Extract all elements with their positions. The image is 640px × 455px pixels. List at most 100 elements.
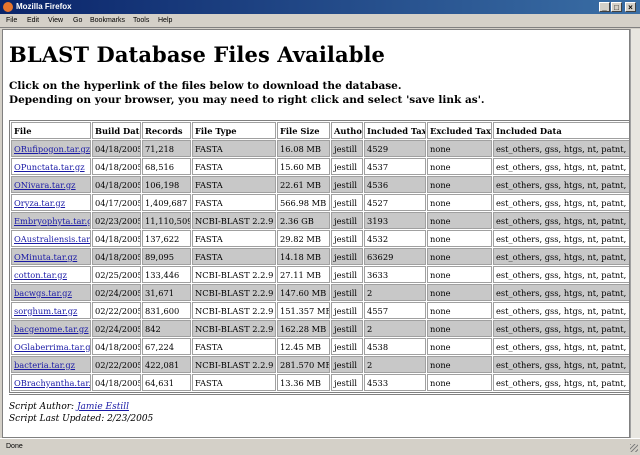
cell-build-date: 04/18/2005 <box>92 176 141 193</box>
cell-file-type: NCBI-BLAST 2.2.9 <box>192 356 276 373</box>
cell-file-type: FASTA <box>192 158 276 175</box>
col-file: File <box>11 122 91 139</box>
cell-included-data: est_others, gss, htgs, nt, patnt, sts <box>493 176 629 193</box>
cell-file-type: FASTA <box>192 248 276 265</box>
cell-file-size: 12.45 MB <box>277 338 330 355</box>
cell-author: jestill <box>331 140 363 157</box>
menu-edit[interactable]: Edit <box>27 14 39 28</box>
cell-file-size: 15.60 MB <box>277 158 330 175</box>
cell-records: 67,224 <box>142 338 191 355</box>
col-file-type: File Type <box>192 122 276 139</box>
intro-line-1: Click on the hyperlink of the files belo… <box>9 80 402 92</box>
cell-file-type: NCBI-BLAST 2.2.9 <box>192 266 276 283</box>
last-updated: Script Last Updated: 2/23/2005 <box>9 414 154 424</box>
cell-records: 31,671 <box>142 284 191 301</box>
menu-help[interactable]: Help <box>158 14 172 28</box>
cell-included-taxa: 3633 <box>364 266 426 283</box>
cell-file-type: NCBI-BLAST 2.2.9 <box>192 212 276 229</box>
cell-file-size: 22.61 MB <box>277 176 330 193</box>
cell-file: OBrachyantha.tar.gz <box>11 374 91 391</box>
cell-included-data: est_others, gss, htgs, nt, patnt, sts <box>493 158 629 175</box>
table-row: ORufipogon.tar.gz 04/18/2005 71,218 FASTA 16… <box>11 140 629 157</box>
cell-file-size: 147.60 MB <box>277 284 330 301</box>
resize-grip-icon[interactable] <box>630 444 638 452</box>
menu-file[interactable]: File <box>6 14 17 28</box>
cell-included-taxa: 4536 <box>364 176 426 193</box>
cell-author: jestill <box>331 338 363 355</box>
file-download-link[interactable]: ONivara.tar.gz <box>14 180 76 190</box>
cell-file-size: 566.98 MB <box>277 194 330 211</box>
file-download-link[interactable]: bacwgs.tar.gz <box>14 288 72 298</box>
minimize-button[interactable]: _ <box>599 2 610 12</box>
file-download-link[interactable]: Oryza.tar.gz <box>14 198 65 208</box>
close-button[interactable]: × <box>625 2 636 12</box>
file-download-link[interactable]: cotton.tar.gz <box>14 270 67 280</box>
cell-file-size: 162.28 MB <box>277 320 330 337</box>
file-download-link[interactable]: OGlaberrima.tar.gz <box>14 342 90 352</box>
cell-file: OPunctata.tar.gz <box>11 158 91 175</box>
cell-file-size: 2.36 GB <box>277 212 330 229</box>
cell-records: 422,081 <box>142 356 191 373</box>
file-download-link[interactable]: bacgenome.tar.gz <box>14 324 89 334</box>
file-download-link[interactable]: OMinuta.tar.gz <box>14 252 77 262</box>
table-row: Oryza.tar.gz 04/17/2005 1,409,687 FASTA 566.… <box>11 194 629 211</box>
cell-file-size: 151.357 MB <box>277 302 330 319</box>
cell-file-type: FASTA <box>192 176 276 193</box>
vertical-scrollbar[interactable] <box>630 29 640 438</box>
maximize-button[interactable]: □ <box>611 2 622 12</box>
col-file-size: File Size <box>277 122 330 139</box>
cell-included-taxa: 4538 <box>364 338 426 355</box>
cell-included-data: est_others, gss, htgs, nt, patnt, sts <box>493 374 629 391</box>
table-row: OPunctata.tar.gz 04/18/2005 68,516 FASTA 15.… <box>11 158 629 175</box>
cell-excluded-taxa: none <box>427 266 492 283</box>
window-title: Mozilla Firefox <box>16 2 72 11</box>
cell-included-taxa: 63629 <box>364 248 426 265</box>
cell-file-type: NCBI-BLAST 2.2.9 <box>192 284 276 301</box>
cell-records: 68,516 <box>142 158 191 175</box>
author-link[interactable]: Jamie Estill <box>77 402 129 412</box>
cell-build-date: 04/17/2005 <box>92 194 141 211</box>
cell-build-date: 04/18/2005 <box>92 374 141 391</box>
cell-included-taxa: 4529 <box>364 140 426 157</box>
status-bar: Done <box>0 438 640 454</box>
table-row: bacgenome.tar.gz 02/24/2005 842 NCBI-BLAST … <box>11 320 629 337</box>
file-download-link[interactable]: bacteria.tar.gz <box>14 360 75 370</box>
table-row: bacteria.tar.gz 02/22/2005 422,081 NCBI-BLA… <box>11 356 629 373</box>
cell-records: 89,095 <box>142 248 191 265</box>
table-row: Embryophyta.tar.gz 02/23/2005 11,110,509 NC… <box>11 212 629 229</box>
file-download-link[interactable]: OAustraliensis.tar.gz <box>14 234 90 244</box>
menu-tools[interactable]: Tools <box>133 14 149 28</box>
cell-included-data: est_others, gss, htgs, nt, patnt, sts <box>493 320 629 337</box>
cell-file-type: FASTA <box>192 230 276 247</box>
file-download-link[interactable]: OPunctata.tar.gz <box>14 162 85 172</box>
cell-records: 137,622 <box>142 230 191 247</box>
menu-go[interactable]: Go <box>73 14 82 28</box>
cell-file-size: 281.570 MB <box>277 356 330 373</box>
col-records: Records <box>142 122 191 139</box>
author-label: Script Author: <box>9 402 77 412</box>
cell-included-taxa: 4532 <box>364 230 426 247</box>
cell-included-data: est_others, gss, htgs, nt, patnt, sts <box>493 266 629 283</box>
cell-file: OGlaberrima.tar.gz <box>11 338 91 355</box>
file-download-link[interactable]: OBrachyantha.tar.gz <box>14 378 90 388</box>
cell-excluded-taxa: none <box>427 374 492 391</box>
cell-included-data: est_others, gss, htgs, nt, patnt, sts <box>493 356 629 373</box>
file-download-link[interactable]: ORufipogon.tar.gz <box>14 144 90 154</box>
table-row: OGlaberrima.tar.gz 04/18/2005 67,224 FASTA 1… <box>11 338 629 355</box>
cell-author: jestill <box>331 194 363 211</box>
cell-records: 64,631 <box>142 374 191 391</box>
cell-author: jestill <box>331 302 363 319</box>
cell-file: cotton.tar.gz <box>11 266 91 283</box>
cell-build-date: 02/24/2005 <box>92 284 141 301</box>
cell-build-date: 04/18/2005 <box>92 158 141 175</box>
divider <box>9 394 629 396</box>
menu-view[interactable]: View <box>48 14 63 28</box>
cell-file-size: 16.08 MB <box>277 140 330 157</box>
cell-included-taxa: 4527 <box>364 194 426 211</box>
file-download-link[interactable]: Embryophyta.tar.gz <box>14 216 90 226</box>
cell-build-date: 02/23/2005 <box>92 212 141 229</box>
file-download-link[interactable]: sorghum.tar.gz <box>14 306 77 316</box>
menu-bookmarks[interactable]: Bookmarks <box>90 14 125 28</box>
cell-records: 133,446 <box>142 266 191 283</box>
cell-records: 1,409,687 <box>142 194 191 211</box>
